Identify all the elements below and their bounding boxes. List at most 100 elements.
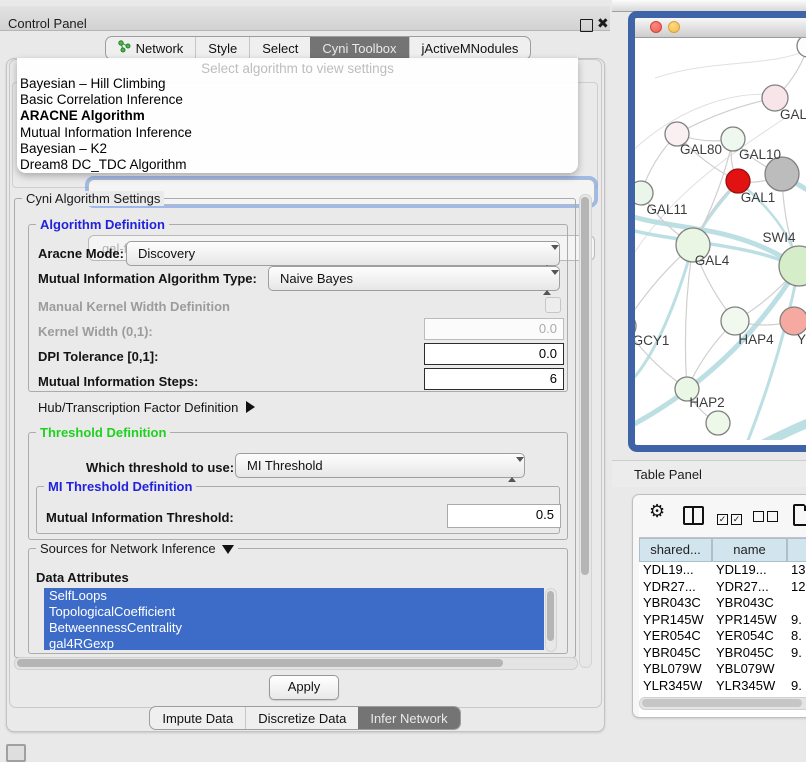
node-unlabeled[interactable] [706,411,730,435]
aracne-mode-select[interactable]: Discovery [126,241,560,266]
hub-definition-label: Hub/Transcription Factor Definition [38,400,238,415]
node-label: SWI4 [762,230,795,245]
manual-kernel-checkbox[interactable] [545,297,561,313]
hub-definition-toggle[interactable]: Hub/Transcription Factor Definition [38,400,255,415]
minimize-traffic-icon[interactable] [668,21,680,33]
mi-algorithm-type-select[interactable]: Naive Bayes [268,266,560,291]
table-row[interactable]: YBR045CYBR045C9. [639,645,806,662]
zoom-traffic-icon[interactable] [686,21,698,33]
top-tab-bar: Network Style SelectCyni Toolbox jActiveMNo… [0,36,636,60]
node-HAP4[interactable] [721,307,749,335]
tab-jactivemnodules[interactable]: jActiveMNodules [409,37,531,59]
attribute-item[interactable]: BetweennessCentrality [44,620,544,636]
settings-horizontal-scrollbar[interactable] [14,657,578,670]
table-cell: YER054C [712,628,787,645]
which-threshold-label: Which threshold to use: [86,460,234,475]
table-horizontal-scrollbar[interactable] [639,697,806,710]
tab-impute-data[interactable]: Impute Data [150,707,245,729]
table-row[interactable]: YDL19...YDL19...13 [639,562,806,579]
which-threshold-select[interactable]: MI Threshold [235,453,525,478]
node-label: GAL [780,107,806,122]
apply-button[interactable]: Apply [269,675,339,700]
attributes-scrollbar[interactable] [545,588,557,652]
table-cell: YBR045C [639,645,712,662]
table-cell: 9. [787,678,806,695]
tab-select[interactable]: Select [249,37,310,59]
table-cell: YBL079W [639,661,712,678]
algorithm-list: Bayesian – Hill ClimbingBasic Correlatio… [17,76,578,173]
algorithm-option[interactable]: Dream8 DC_TDC Algorithm [17,157,578,173]
group-title: Algorithm Definition [36,217,169,232]
control-panel-title: Control Panel [8,16,87,31]
stepper-arrows-icon [508,458,516,481]
tab-infer-network[interactable]: Infer Network [358,707,459,729]
network-canvas[interactable]: GALGAL80GAL10GAL1GAL11GAL4SWI4GCY1HAP4YH… [635,38,806,440]
node-label: GAL1 [741,190,776,205]
tab-label: jActiveMNodules [422,41,519,56]
column-header[interactable]: name [712,538,787,562]
dpi-tolerance-field[interactable]: 0.0 [424,343,564,365]
node-SWI4[interactable] [779,246,806,286]
sources-title: Sources for Network Inference [40,541,216,556]
mi-algorithm-type-value: Naive Bayes [280,271,353,286]
table-row[interactable]: YBR043CYBR043C [639,595,806,612]
tab-style[interactable]: Style [195,37,249,59]
node-unlabeled[interactable] [765,157,799,191]
table-cell: YPR145W [639,612,712,629]
mi-threshold-field[interactable]: 0.5 [447,504,561,528]
document-icon[interactable] [793,504,806,526]
node-unlabeled[interactable] [797,38,806,57]
tab-cyni-toolbox[interactable]: Cyni Toolbox [310,37,408,59]
edge-bundle [635,245,693,388]
aracne-mode-value: Discovery [138,246,195,261]
tab-network[interactable]: Network [106,37,196,59]
algorithm-option[interactable]: Bayesian – K2 [17,141,578,157]
algorithm-option[interactable]: Mutual Information Inference [17,125,578,141]
attribute-item[interactable]: SelfLoops [44,588,544,604]
algorithm-dropdown-popup: Select algorithm to view settings Bayesi… [17,58,578,173]
tab-discretize-data[interactable]: Discretize Data [245,707,358,729]
attribute-item[interactable]: TopologicalCoefficient [44,604,544,620]
tab-label: Network [136,41,184,56]
close-traffic-icon[interactable] [650,21,662,33]
minimized-panel-icon[interactable] [6,744,26,762]
node-Y[interactable] [780,307,806,335]
algorithm-option[interactable]: Basic Correlation Inference [17,92,578,108]
select-all-icon[interactable]: ✓✓ [717,509,745,527]
table-cell: YDR27... [639,579,712,596]
table-row[interactable]: YLR345WYLR345W9. [639,678,806,695]
table-cell: YBR043C [639,595,712,612]
table-row[interactable]: YER054CYER054C8. [639,628,806,645]
sources-toggle[interactable]: Sources for Network Inference [36,541,238,556]
node-label: GAL11 [646,202,687,217]
aracne-mode-label: Aracne Mode: [38,246,124,261]
mi-steps-field[interactable]: 6 [424,368,564,390]
chevron-right-icon [246,401,255,413]
table-row[interactable]: YDR27...YDR27...12 [639,579,806,596]
attribute-item[interactable]: gal4RGexp [44,636,544,650]
table-cell [787,595,806,612]
kernel-width-field[interactable]: 0.0 [424,318,564,340]
table-row[interactable]: YBL079WYBL079W [639,661,806,678]
settings-vertical-scrollbar[interactable] [579,194,592,668]
column-header[interactable]: A [787,538,806,562]
network-view-window[interactable]: GALGAL80GAL10GAL1GAL11GAL4SWI4GCY1HAP4YH… [628,11,806,452]
table-cell: YER054C [639,628,712,645]
node-table: shared...nameA YDL19...YDL19...13YDR27..… [639,537,806,717]
float-window-icon[interactable] [580,19,593,32]
table-cell: YDL19... [639,562,712,579]
deselect-all-icon[interactable] [753,509,781,527]
tab-label: Style [208,41,237,56]
node-label: GAL4 [695,253,730,268]
tab-label: Impute Data [162,711,233,726]
node-label: GAL10 [739,147,781,162]
table-cell: YBR045C [712,645,787,662]
gear-icon[interactable]: ⚙ [649,501,665,522]
close-icon[interactable]: ✖ [597,17,609,29]
algorithm-option[interactable]: ARACNE Algorithm [17,108,578,124]
column-header[interactable]: shared... [639,538,712,562]
split-columns-icon[interactable] [683,506,704,525]
control-panel-titlebar: Control Panel ✖ [0,6,610,31]
table-row[interactable]: YPR145WYPR145W9. [639,612,806,629]
algorithm-option[interactable]: Bayesian – Hill Climbing [17,76,578,92]
